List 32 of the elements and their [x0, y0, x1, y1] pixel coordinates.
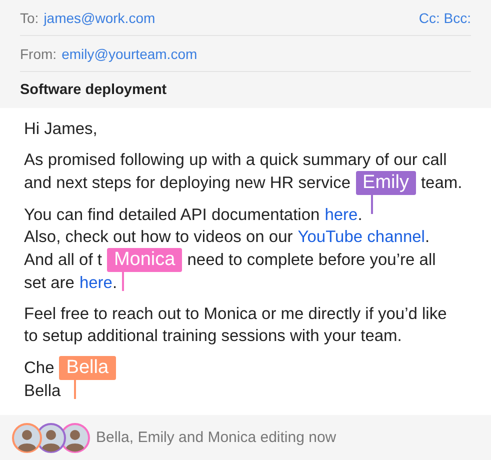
body-text: Feel free to reach out to Monica or me directly if you’d like [24, 304, 447, 325]
to-label: To: [20, 10, 39, 26]
text-cursor [370, 195, 373, 214]
body-text: to setup additional training sessions with your team. [24, 326, 402, 347]
avatar-icon [60, 422, 90, 452]
from-address[interactable]: emily@yourteam.com [62, 46, 198, 62]
avatar-icon [36, 422, 66, 452]
text-cursor [122, 272, 124, 291]
link[interactable]: here [324, 204, 358, 226]
body-text: You can find detailed API documentation [24, 205, 320, 226]
body-text: Hi James, [24, 119, 98, 140]
body-text: . [424, 227, 430, 248]
body-text: need to complete before you’re all [187, 250, 436, 271]
body-text: team. [420, 173, 462, 194]
editing-status: Bella, Emily and Monica editing now [96, 429, 336, 446]
text-cursor [74, 380, 76, 399]
link[interactable]: YouTube channel [298, 226, 425, 248]
subject[interactable]: Software deployment [20, 82, 167, 98]
body-text: . [358, 205, 362, 226]
body-text: As promised following up with a quick summary of our call [24, 150, 447, 171]
body-text: Bella [24, 381, 61, 402]
body-text: set are [24, 273, 74, 294]
avatar-icon [12, 422, 42, 452]
to-address[interactable]: james@work.com [44, 10, 156, 26]
cc-bcc-link[interactable]: Cc: Bcc: [418, 10, 471, 26]
from-label: From: [20, 46, 57, 62]
body-text: Che [24, 358, 54, 379]
body-text: Also, check out how to videos on our [24, 227, 293, 248]
body-text: and next steps for deploying new HR service [24, 173, 351, 194]
body-text: . [112, 273, 118, 294]
body-text: And all of t [24, 250, 102, 271]
link[interactable]: here [79, 272, 112, 294]
